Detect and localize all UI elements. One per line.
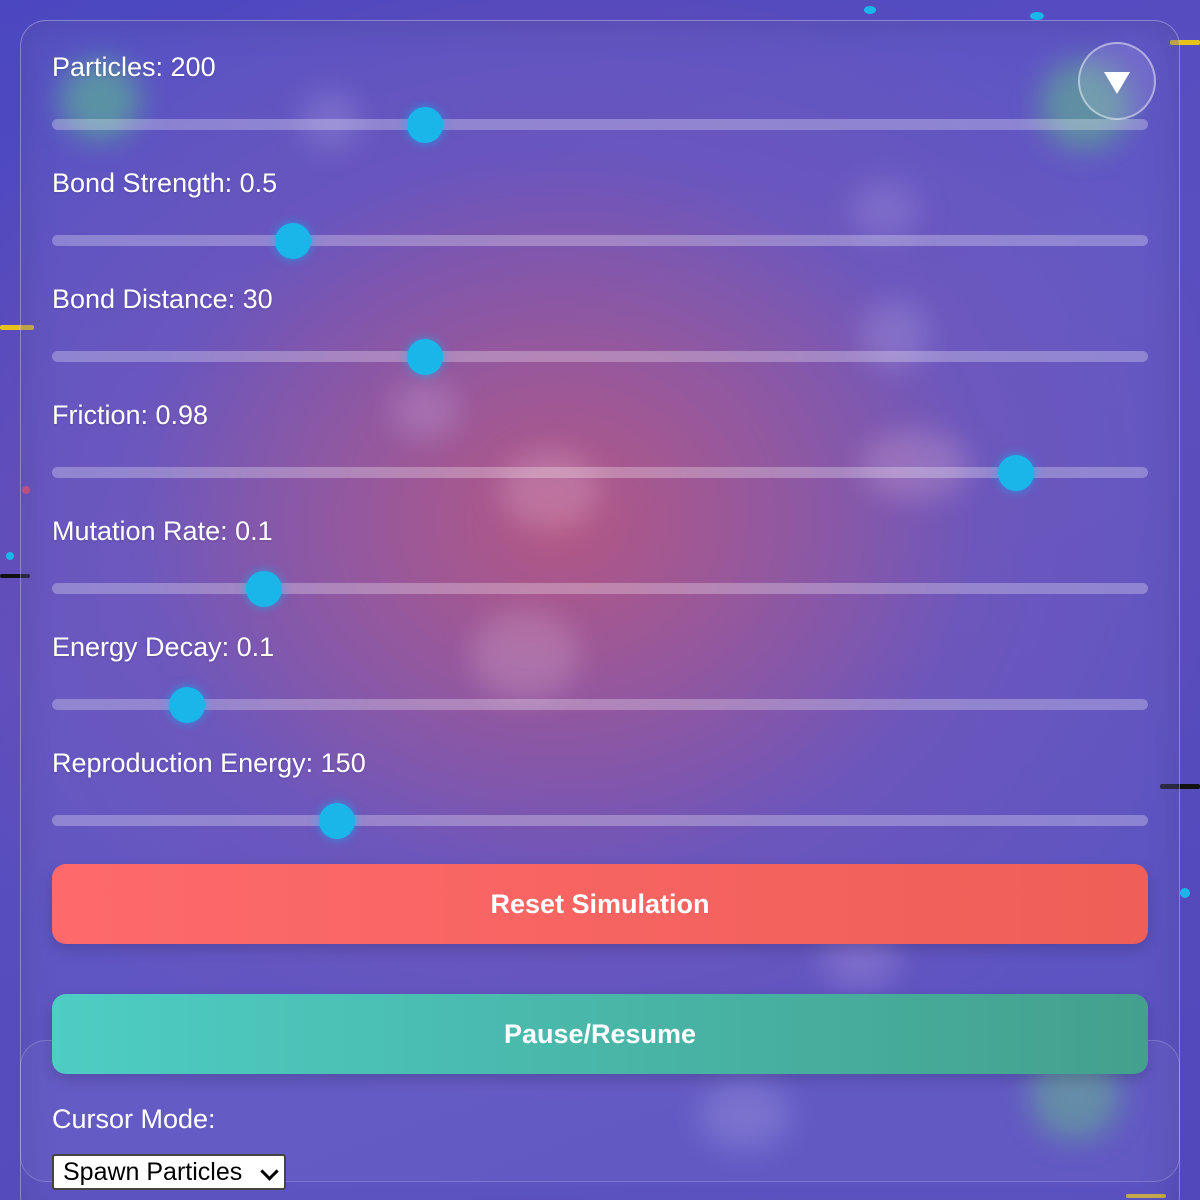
slider-track (52, 467, 1148, 478)
particle-speck (1180, 888, 1190, 898)
chevron-down-icon (260, 1162, 279, 1181)
friction-label: Friction: 0.98 (52, 400, 209, 430)
triangle-down-icon (1104, 72, 1130, 94)
energy-decay-label: Energy Decay: 0.1 (52, 632, 275, 662)
slider-track (52, 235, 1148, 246)
energy-decay-slider[interactable] (52, 685, 1148, 725)
cursor-mode-label: Cursor Mode: (52, 1104, 216, 1134)
mutation-rate-label: Mutation Rate: 0.1 (52, 516, 273, 546)
reproduction-energy-label: Reproduction Energy: 150 (52, 748, 366, 778)
slider-track (52, 699, 1148, 710)
bond-distance-label: Bond Distance: 30 (52, 284, 273, 314)
slider-track (52, 119, 1148, 130)
bond-strength-slider[interactable] (52, 221, 1148, 261)
cursor-mode-select[interactable]: Spawn Particles (52, 1154, 286, 1190)
slider-thumb[interactable] (318, 803, 355, 839)
slider-track (52, 351, 1148, 362)
pause-resume-button[interactable]: Pause/Resume (52, 994, 1148, 1074)
particle-speck (864, 6, 876, 14)
particle-speck (6, 552, 14, 560)
particles-slider[interactable] (52, 105, 1148, 145)
slider-track (52, 815, 1148, 826)
slider-thumb[interactable] (406, 107, 443, 143)
slider-thumb[interactable] (998, 455, 1035, 491)
bond-strength-label: Bond Strength: 0.5 (52, 168, 278, 198)
slider-track (52, 583, 1148, 594)
friction-slider[interactable] (52, 453, 1148, 493)
cursor-mode-selected: Spawn Particles (63, 1157, 243, 1186)
particles-label: Particles: 200 (52, 52, 216, 82)
reset-simulation-button[interactable]: Reset Simulation (52, 864, 1148, 944)
slider-thumb[interactable] (168, 687, 205, 723)
mutation-rate-slider[interactable] (52, 569, 1148, 609)
slider-thumb[interactable] (406, 339, 443, 375)
slider-thumb[interactable] (245, 571, 282, 607)
bond-distance-slider[interactable] (52, 337, 1148, 377)
slider-thumb[interactable] (275, 223, 312, 259)
reproduction-energy-slider[interactable] (52, 801, 1148, 841)
particle-speck (1030, 12, 1044, 20)
